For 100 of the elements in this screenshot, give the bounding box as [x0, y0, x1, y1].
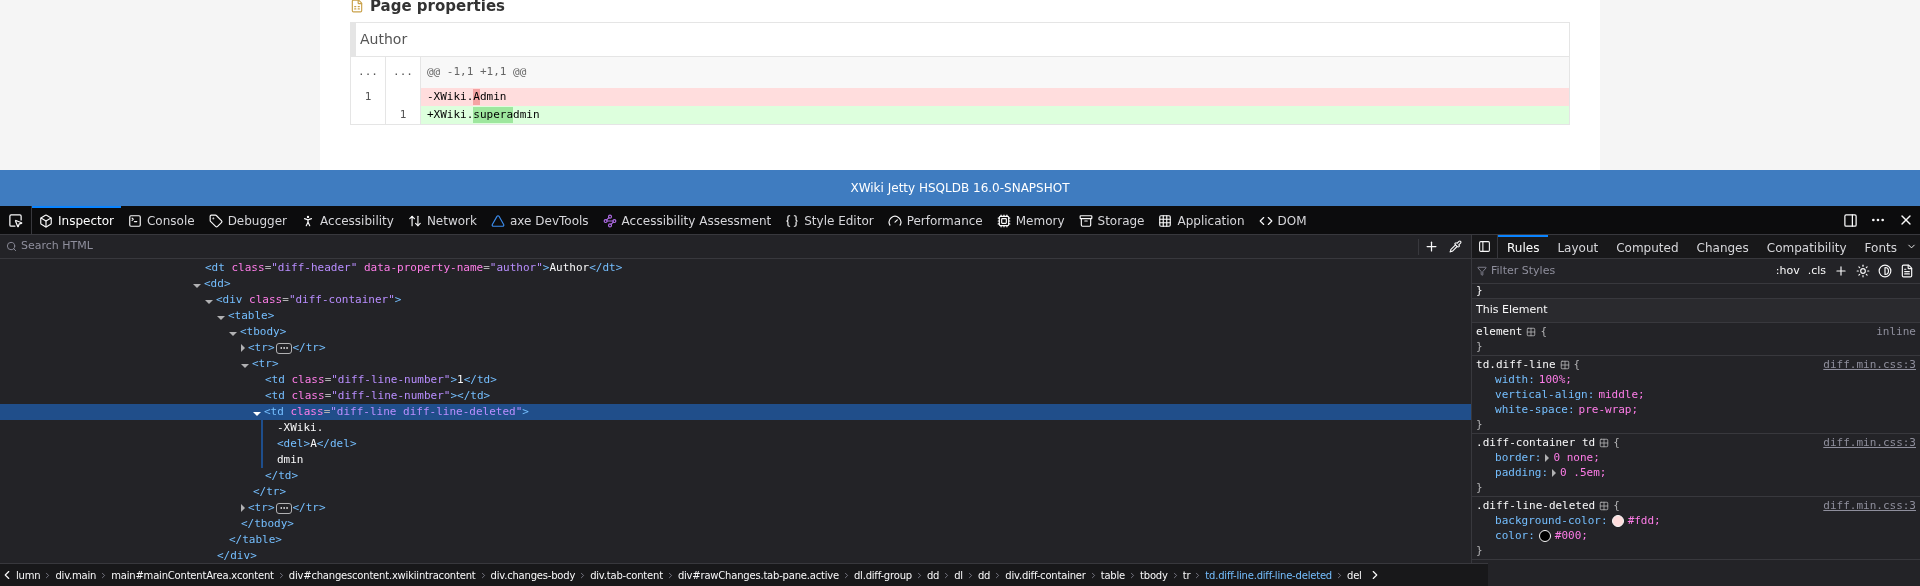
devtools-tab[interactable]: Style Editor	[778, 206, 881, 234]
breadcrumb-item[interactable]: div.diff-container	[1003, 567, 1088, 583]
breadcrumb-item[interactable]: main#mainContentArea.xcontent	[109, 567, 276, 583]
css-property: padding:	[1495, 465, 1548, 480]
devtools-tab[interactable]: Network	[400, 206, 484, 234]
css-property: background-color:	[1495, 513, 1608, 528]
html-node-text: -XWiki.	[277, 419, 324, 436]
rule-brace: {	[1540, 324, 1547, 339]
sidebar-tab[interactable]: Rules	[1498, 235, 1549, 258]
grid-icon[interactable]	[1599, 437, 1610, 448]
expanded-arrow-icon[interactable]	[241, 363, 249, 368]
hover-state-button[interactable]: :hov	[1775, 262, 1800, 280]
expanded-arrow-icon[interactable]	[205, 299, 213, 304]
rule-source[interactable]: diff.min.css:3	[1823, 357, 1916, 372]
html-tree-row[interactable]: <del>A</del>	[0, 436, 1472, 452]
breadcrumb-item[interactable]: tr	[1180, 567, 1193, 583]
devtools-tab[interactable]: DOM	[1251, 206, 1314, 234]
breadcrumb-item[interactable]: lumn	[14, 567, 43, 583]
html-node-text: <td class="diff-line diff-line-deleted">	[264, 403, 529, 420]
breadcrumb-item[interactable]: dd	[924, 567, 942, 583]
line-number: ...	[351, 57, 386, 88]
expand-arrow-icon[interactable]	[1552, 468, 1556, 477]
breadcrumb-item[interactable]: div#changescontent.xwikiintracontent	[286, 567, 478, 583]
classes-button[interactable]: .cls	[1807, 262, 1826, 280]
light-scheme-button[interactable]	[1856, 264, 1870, 278]
breadcrumb-item[interactable]: div.changes-body	[488, 567, 578, 583]
html-tree-row[interactable]: <td class="diff-line-number">1</td>	[0, 372, 1472, 388]
expand-arrow-icon[interactable]	[1545, 453, 1550, 462]
breadcrumb-item[interactable]: td.diff-line.diff-line-deleted	[1203, 567, 1334, 583]
html-node-text: </tr>	[253, 483, 287, 500]
html-node-text: <tr>	[252, 355, 279, 372]
color-swatch[interactable]	[1538, 529, 1551, 542]
html-tree-row[interactable]: <tbody>	[0, 324, 1472, 340]
print-media-button[interactable]	[1900, 264, 1914, 278]
devtools-tab[interactable]: Memory	[989, 206, 1072, 234]
expanded-arrow-icon[interactable]	[217, 315, 225, 320]
html-tree-row[interactable]: <tr>	[0, 356, 1472, 372]
rule-source[interactable]: diff.min.css:3	[1823, 435, 1916, 450]
devtools-tab[interactable]: Storage	[1071, 206, 1152, 234]
sidebar-tab[interactable]: Layout	[1548, 235, 1608, 258]
breadcrumb-item[interactable]: div#rawChanges.tab-pane.active	[675, 567, 841, 583]
separator-icon	[1335, 570, 1344, 580]
filter-field[interactable]: Filter Styles	[1491, 262, 1768, 280]
html-tree-row[interactable]: <table>	[0, 308, 1472, 324]
devtools-tab[interactable]: Console	[121, 206, 202, 234]
html-tree-row[interactable]: dmin	[0, 452, 1472, 468]
html-node-text: <tr>	[248, 339, 275, 356]
grid-icon[interactable]	[1526, 326, 1537, 337]
sidebar-tab[interactable]: Compatibility	[1757, 235, 1856, 258]
rule-selector: td.diff-line	[1476, 357, 1556, 372]
devtools-tab[interactable]: Debugger	[201, 206, 295, 234]
breadcrumb-item[interactable]: tbody	[1138, 567, 1170, 583]
breadcrumb-item[interactable]: div.tab-content	[588, 567, 665, 583]
arrows-icon	[407, 214, 422, 228]
breadcrumb-item[interactable]: table	[1098, 567, 1128, 583]
html-tree-row[interactable]: <td class="diff-line diff-line-deleted">	[0, 404, 1472, 420]
code-icon	[1258, 214, 1273, 228]
rule-selector: element	[1476, 324, 1523, 339]
html-tree-row[interactable]: <dt class="diff-header" data-property-name="author">Author</dt>	[0, 260, 1472, 276]
devtools-tab[interactable]: Application	[1151, 206, 1252, 234]
grid-icon[interactable]	[1599, 500, 1610, 511]
grid-icon[interactable]	[1559, 359, 1570, 370]
devtools-tab[interactable]: Performance	[880, 206, 990, 234]
sidebar-tab[interactable]: Changes	[1687, 235, 1758, 258]
add-rule-button[interactable]	[1834, 264, 1848, 278]
expanded-arrow-icon[interactable]	[193, 283, 201, 288]
sidebar-tab[interactable]: Fonts	[1855, 235, 1906, 258]
css-property: width:	[1495, 372, 1535, 387]
html-tree-row[interactable]: <div class="diff-container">	[0, 292, 1472, 308]
breadcrumb-item[interactable]: del	[1345, 567, 1364, 583]
eyedropper-icon	[1448, 240, 1462, 253]
devtools-tab[interactable]: Inspector	[32, 206, 121, 234]
rule-selector: .diff-line-deleted	[1476, 498, 1596, 513]
css-value: 100%;	[1538, 372, 1572, 387]
html-tree-row[interactable]: <dd>	[0, 276, 1472, 292]
plus-icon	[1834, 264, 1848, 278]
html-tree-row[interactable]: -XWiki.	[0, 420, 1472, 436]
dark-scheme-button[interactable]	[1878, 264, 1892, 278]
devtools-tab[interactable]: axe DevTools	[484, 206, 596, 234]
collapsed-arrow-icon[interactable]	[241, 504, 245, 512]
rule-source: inline	[1876, 324, 1916, 339]
color-swatch[interactable]	[1611, 514, 1624, 527]
search-field[interactable]: Search HTML	[21, 238, 1419, 255]
breadcrumb-item[interactable]: div.main	[53, 567, 99, 583]
collapsed-arrow-icon[interactable]	[241, 344, 245, 352]
breadcrumb-item[interactable]: dd	[975, 567, 993, 583]
devtools-tab[interactable]: Accessibility Assessment	[595, 206, 779, 234]
ellipsis-icon[interactable]	[275, 342, 292, 354]
sun-icon	[1856, 264, 1870, 278]
ellipsis-icon[interactable]	[275, 502, 292, 514]
breadcrumb-item[interactable]: dl.diff-group	[851, 567, 914, 583]
rule-source[interactable]: diff.min.css:3	[1823, 498, 1916, 513]
html-tree-row[interactable]: <tr> </tr>	[0, 500, 1472, 516]
tag-icon	[208, 214, 223, 228]
html-tree-row[interactable]: <td class="diff-line-number"></td>	[0, 388, 1472, 404]
html-tree-row[interactable]: <tr> </tr>	[0, 340, 1472, 356]
breadcrumb-item[interactable]: dl	[952, 567, 965, 583]
devtools-tab[interactable]: Accessibility	[294, 206, 401, 234]
expanded-arrow-icon[interactable]	[229, 331, 237, 336]
sidebar-tab[interactable]: Computed	[1607, 235, 1688, 258]
